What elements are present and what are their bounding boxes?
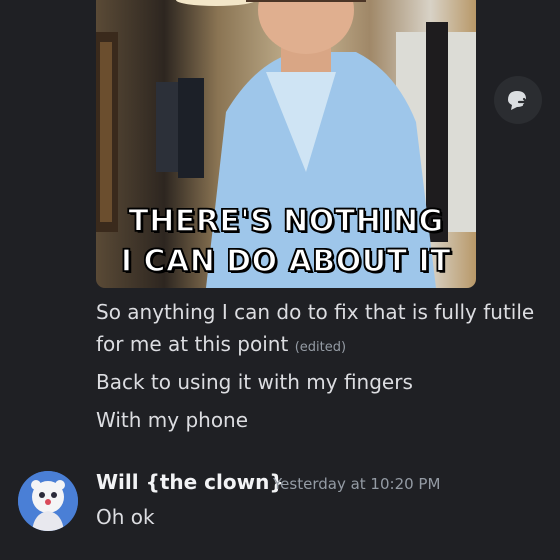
forward-button[interactable] (494, 76, 542, 124)
gif-caption-line1: THERE'S NOTHING (128, 203, 444, 240)
message-text-part: for me at this point (96, 332, 289, 356)
message-text: So anything I can do to fix that is full… (96, 300, 535, 324)
avatar-image (18, 471, 78, 531)
message-timestamp: Yesterday at 10:20 PM (273, 475, 441, 493)
message-text: Oh ok (96, 505, 155, 529)
forward-reply-icon (508, 91, 529, 110)
message-text-continued: for me at this point (edited) (96, 330, 346, 362)
edited-label: (edited) (294, 340, 347, 355)
message-text: Back to using it with my fingers (96, 370, 413, 394)
gif-caption-line2: I CAN DO ABOUT IT (120, 243, 452, 280)
username[interactable]: Will {the clown} (96, 470, 284, 494)
message-text: With my phone (96, 408, 249, 432)
avatar[interactable] (18, 471, 78, 531)
gif-embed[interactable]: THERE'S NOTHING I CAN DO ABOUT IT (96, 0, 476, 288)
